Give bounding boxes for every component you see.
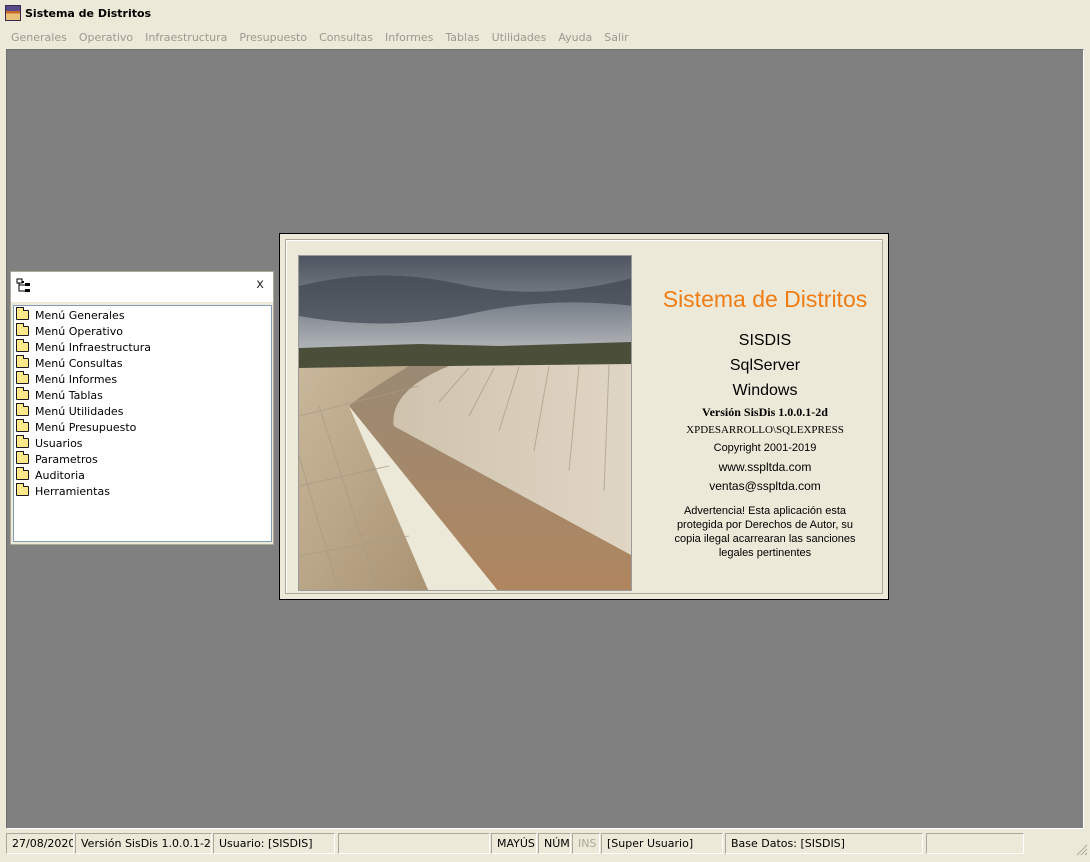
status-bar: 27/08/2020 Versión SisDis 1.0.0.1-2d Usu…	[0, 832, 1090, 862]
menu-generales[interactable]: Generales	[5, 27, 73, 48]
window-title: Sistema de Distritos	[25, 6, 152, 20]
tree-list: Menú Generales Menú Operativo Menú Infra…	[13, 305, 272, 542]
folder-icon	[16, 307, 29, 320]
tree-panel-header: x	[11, 272, 273, 302]
splash-title: Sistema de Distritos	[662, 286, 868, 312]
folder-icon	[16, 339, 29, 352]
tree-item-menu-informes[interactable]: Menú Informes	[14, 371, 271, 387]
app-logo-icon	[5, 5, 21, 21]
navigation-tree-panel: x Menú Generales Menú Operativo Menú Inf…	[10, 271, 274, 545]
status-blank-panel-2	[926, 833, 1024, 854]
splash-email: ventas@sspltda.com	[709, 479, 821, 493]
folder-icon	[16, 355, 29, 368]
tree-view-icon[interactable]	[16, 278, 34, 294]
folder-icon	[16, 435, 29, 448]
status-database: Base Datos: [SISDIS]	[725, 833, 923, 854]
menu-tablas[interactable]: Tablas	[439, 27, 485, 48]
title-bar: Sistema de Distritos	[0, 0, 1090, 26]
status-insert: INS	[572, 833, 600, 854]
tree-item-usuarios[interactable]: Usuarios	[14, 435, 271, 451]
main-window: Sistema de Distritos Generales Operativo…	[0, 0, 1090, 862]
menu-informes[interactable]: Informes	[379, 27, 439, 48]
menu-utilidades[interactable]: Utilidades	[486, 27, 553, 48]
menu-operativo[interactable]: Operativo	[73, 27, 139, 48]
splash-database-engine: SqlServer	[729, 357, 801, 374]
tree-item-menu-utilidades[interactable]: Menú Utilidades	[14, 403, 271, 419]
folder-icon	[16, 483, 29, 496]
status-role: [Super Usuario]	[601, 833, 723, 854]
status-blank-panel	[338, 833, 490, 854]
folder-icon	[16, 323, 29, 336]
menu-salir[interactable]: Salir	[598, 27, 634, 48]
folder-icon	[16, 403, 29, 416]
folder-icon	[16, 467, 29, 480]
splash-website: www.sspltda.com	[718, 460, 812, 474]
splash-product: SISDIS	[738, 332, 792, 349]
tree-item-auditoria[interactable]: Auditoria	[14, 467, 271, 483]
tree-item-menu-infraestructura[interactable]: Menú Infraestructura	[14, 339, 271, 355]
splash-frame: Sistema de Distritos SISDIS SqlServer Wi…	[285, 239, 883, 594]
menu-ayuda[interactable]: Ayuda	[552, 27, 598, 48]
tree-item-herramientas[interactable]: Herramientas	[14, 483, 271, 499]
status-date: 27/08/2020	[6, 833, 74, 854]
tree-close-button[interactable]: x	[256, 278, 264, 292]
splash-info: Sistema de Distritos SISDIS SqlServer Wi…	[641, 280, 889, 560]
tree-item-menu-tablas[interactable]: Menú Tablas	[14, 387, 271, 403]
resize-grip-icon[interactable]	[1076, 844, 1088, 856]
tree-item-menu-presupuesto[interactable]: Menú Presupuesto	[14, 419, 271, 435]
status-caps-lock: MAYÚS	[491, 833, 537, 854]
status-user: Usuario: [SISDIS]	[213, 833, 335, 854]
status-version: Versión SisDis 1.0.0.1-2d	[75, 833, 212, 854]
menu-infraestructura[interactable]: Infraestructura	[139, 27, 233, 48]
splash-copyright: Copyright 2001-2019	[713, 442, 817, 454]
folder-icon	[16, 451, 29, 464]
tree-item-menu-operativo[interactable]: Menú Operativo	[14, 323, 271, 339]
splash-warning: Advertencia! Esta aplicación esta proteg…	[674, 505, 856, 559]
folder-icon	[16, 387, 29, 400]
splash-server: XPDESARROLLO\SQLEXPRESS	[686, 424, 844, 436]
canal-photo	[298, 255, 632, 591]
folder-icon	[16, 419, 29, 432]
tree-item-menu-consultas[interactable]: Menú Consultas	[14, 355, 271, 371]
menu-presupuesto[interactable]: Presupuesto	[233, 27, 313, 48]
folder-icon	[16, 371, 29, 384]
splash-version: Versión SisDis 1.0.0.1-2d	[702, 405, 828, 419]
status-num-lock: NÚM	[538, 833, 571, 854]
tree-item-menu-generales[interactable]: Menú Generales	[14, 307, 271, 323]
splash-dialog: Sistema de Distritos SISDIS SqlServer Wi…	[279, 233, 889, 600]
splash-platform: Windows	[732, 382, 798, 399]
tree-item-parametros[interactable]: Parametros	[14, 451, 271, 467]
menu-bar: Generales Operativo Infraestructura Pres…	[0, 27, 1090, 48]
menu-consultas[interactable]: Consultas	[313, 27, 379, 48]
